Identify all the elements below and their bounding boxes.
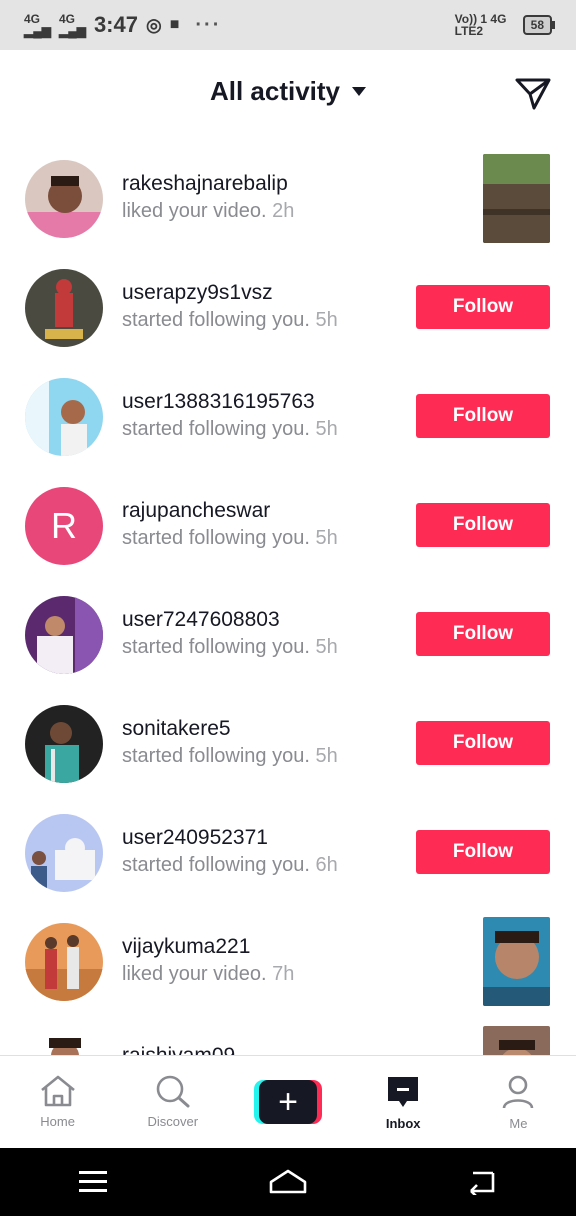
- follow-button[interactable]: Follow: [416, 612, 550, 656]
- video-thumbnail[interactable]: [483, 917, 550, 1006]
- create-video-button[interactable]: +: [254, 1080, 322, 1124]
- caret-down-icon: [352, 86, 367, 96]
- activity-row[interactable]: user240952371 started following you. 6h …: [0, 794, 576, 903]
- menu-icon[interactable]: [79, 1169, 109, 1195]
- activity-row[interactable]: rakeshajnarebalip liked your video. 2h: [0, 140, 576, 249]
- activity-text: started following you. 5h: [122, 527, 338, 549]
- plus-icon: +: [259, 1080, 317, 1124]
- status-bar: 4G ▂▄▆ 4G ▂▄▆ 3:47 ◎ ■ ··· Vo)) 1 4G LTE2 …: [0, 0, 576, 50]
- username[interactable]: vijaykuma221: [122, 935, 250, 959]
- username[interactable]: sonitakere5: [122, 717, 231, 741]
- avatar[interactable]: [25, 269, 103, 347]
- signal-indicator-2: 4G ▂▄▆: [58, 12, 86, 38]
- tab-inbox-label: Inbox: [385, 1116, 421, 1131]
- avatar[interactable]: [25, 378, 103, 456]
- whatsapp-icon: ◎: [145, 14, 162, 35]
- username[interactable]: user240952371: [122, 826, 268, 850]
- activity-text: started following you. 5h: [122, 418, 338, 440]
- tab-home[interactable]: Home: [0, 1056, 115, 1149]
- activity-text: started following you. 6h: [122, 854, 338, 876]
- clock: 3:47: [93, 12, 138, 37]
- activity-text: started following you. 5h: [122, 636, 338, 658]
- activity-text: liked your video. 7h: [122, 963, 295, 985]
- tab-discover-label: Discover: [147, 1114, 199, 1129]
- activity-row[interactable]: raishivam09: [0, 1012, 576, 1055]
- username[interactable]: user7247608803: [122, 608, 280, 632]
- tab-me-label: Me: [509, 1116, 528, 1131]
- activity-row[interactable]: user7247608803 started following you. 5h…: [0, 576, 576, 685]
- avatar[interactable]: [25, 814, 103, 892]
- activity-row[interactable]: vijaykuma221 liked your video. 7h: [0, 903, 576, 1012]
- username[interactable]: rajupancheswar: [122, 499, 270, 523]
- system-nav-bar: [0, 1148, 576, 1216]
- activity-text: started following you. 5h: [122, 309, 338, 331]
- avatar[interactable]: [25, 1032, 103, 1055]
- header: All activity: [0, 50, 576, 140]
- activity-list: rakeshajnarebalip liked your video. 2h u…: [0, 140, 576, 1055]
- create-button[interactable]: +: [230, 1056, 345, 1149]
- page-title: All activity: [209, 76, 341, 106]
- activity-text: liked your video. 2h: [122, 200, 295, 222]
- tab-inbox[interactable]: Inbox: [346, 1056, 461, 1149]
- bottom-tab-bar: Home Discover + Inbox Me: [0, 1055, 576, 1149]
- activity-row[interactable]: user1388316195763 started following you.…: [0, 358, 576, 467]
- activity-filter-dropdown[interactable]: All activity: [0, 76, 576, 107]
- tab-home-label: Home: [40, 1114, 75, 1129]
- activity-text: started following you. 5h: [122, 745, 338, 767]
- home-icon: [40, 1075, 75, 1107]
- more-notifications-icon: ···: [195, 13, 222, 36]
- follow-button[interactable]: Follow: [416, 285, 550, 329]
- video-icon: ■: [169, 16, 180, 33]
- send-message-icon[interactable]: [514, 76, 552, 112]
- avatar[interactable]: R: [25, 487, 103, 565]
- avatar[interactable]: [25, 596, 103, 674]
- inbox-icon: [388, 1077, 419, 1107]
- follow-button[interactable]: Follow: [416, 830, 550, 874]
- network-status: Vo)) 1 4G LTE2: [454, 12, 507, 38]
- video-thumbnail[interactable]: [483, 154, 550, 243]
- follow-button[interactable]: Follow: [416, 503, 550, 547]
- back-icon[interactable]: [467, 1169, 497, 1195]
- username[interactable]: userapzy9s1vsz: [122, 281, 273, 305]
- tab-me[interactable]: Me: [461, 1056, 576, 1149]
- activity-row[interactable]: userapzy9s1vsz started following you. 5h…: [0, 249, 576, 358]
- avatar[interactable]: [25, 705, 103, 783]
- activity-row[interactable]: R rajupancheswar started following you. …: [0, 467, 576, 576]
- search-icon: [156, 1075, 190, 1108]
- profile-icon: [503, 1075, 534, 1109]
- video-thumbnail[interactable]: [483, 1026, 550, 1055]
- avatar[interactable]: [25, 923, 103, 1001]
- username[interactable]: raishivam09: [122, 1044, 235, 1055]
- username[interactable]: user1388316195763: [122, 390, 315, 414]
- avatar[interactable]: [25, 160, 103, 238]
- follow-button[interactable]: Follow: [416, 394, 550, 438]
- username[interactable]: rakeshajnarebalip: [122, 172, 288, 196]
- signal-indicator-1: 4G ▂▄▆: [24, 12, 51, 38]
- home-nav-icon[interactable]: [268, 1168, 308, 1196]
- battery-icon: 58: [522, 15, 556, 35]
- tab-discover[interactable]: Discover: [115, 1056, 230, 1149]
- follow-button[interactable]: Follow: [416, 721, 550, 765]
- activity-row[interactable]: sonitakere5 started following you. 5h Fo…: [0, 685, 576, 794]
